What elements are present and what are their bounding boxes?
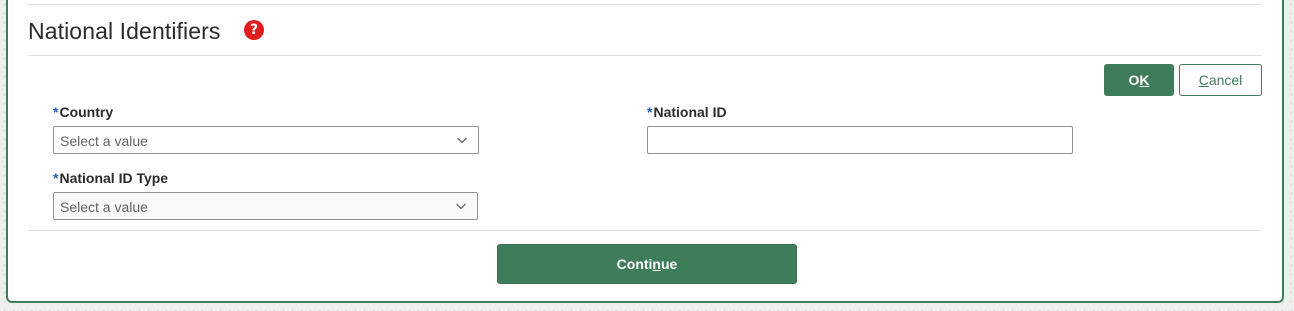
national-id-type-select[interactable]: Select a value <box>53 192 478 220</box>
country-label-text: Country <box>59 104 114 120</box>
national-identifiers-dialog: National Identifiers ? OK Cancel *Countr… <box>6 0 1284 303</box>
country-select[interactable]: Select a value <box>53 126 479 154</box>
ok-label-pre: O <box>1128 72 1140 88</box>
cancel-label-post: ancel <box>1208 72 1243 88</box>
cancel-button[interactable]: Cancel <box>1179 64 1262 96</box>
continue-label-pre: Conti <box>616 256 653 272</box>
chevron-down-icon <box>457 137 467 144</box>
footer-divider <box>28 230 1262 231</box>
continue-label-accesskey: n <box>652 256 661 272</box>
national-id-label: *National ID <box>647 104 727 120</box>
chevron-down-icon <box>456 203 466 210</box>
required-marker: * <box>53 170 59 186</box>
required-marker: * <box>53 104 59 120</box>
ok-button[interactable]: OK <box>1104 64 1174 96</box>
dialog-title: National Identifiers <box>28 18 221 44</box>
cancel-label-accesskey: C <box>1198 72 1209 88</box>
ok-label-accesskey: K <box>1139 72 1150 88</box>
national-id-input[interactable] <box>647 126 1073 154</box>
continue-button[interactable]: Conti n ue <box>497 244 797 284</box>
continue-label-post: ue <box>660 256 678 272</box>
required-marker: * <box>647 104 653 120</box>
national-id-type-label-text: National ID Type <box>59 170 169 186</box>
national-id-type-select-value: Select a value <box>60 199 148 215</box>
national-id-type-label: *National ID Type <box>53 170 168 186</box>
country-label: *Country <box>53 104 113 120</box>
national-id-label-text: National ID <box>653 104 727 120</box>
dialog-header: National Identifiers ? <box>28 4 1262 56</box>
country-select-value: Select a value <box>60 133 148 149</box>
question-mark-icon[interactable]: ? <box>244 20 264 40</box>
